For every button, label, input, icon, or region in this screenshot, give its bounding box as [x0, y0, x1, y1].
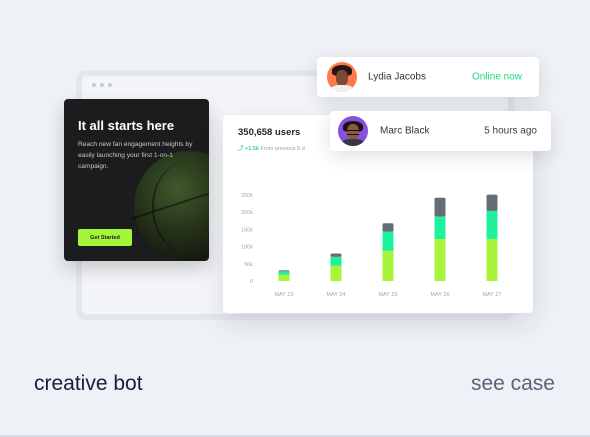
y-tick-label: 250k — [241, 193, 253, 199]
y-tick-label: 200k — [241, 210, 253, 216]
x-tick-label: MAY 23 — [274, 292, 293, 298]
promo-card: It all starts here Reach new fan engagem… — [64, 99, 209, 261]
contact-name: Lydia Jacobs — [368, 71, 426, 83]
bar-segment — [382, 231, 394, 251]
bar-segment — [486, 210, 498, 240]
notification-marc[interactable]: Marc Black 5 hours ago — [330, 111, 551, 151]
bar-segment — [278, 270, 290, 272]
x-tick-label: MAY 25 — [378, 292, 397, 298]
bar-segment — [382, 223, 394, 232]
promo-title: It all starts here — [78, 118, 175, 133]
window-dots-icon — [92, 83, 112, 87]
case-card[interactable]: It all starts here Reach new fan engagem… — [0, 0, 590, 437]
y-tick-label: 50k — [244, 262, 253, 268]
bar-segment — [434, 197, 446, 217]
get-started-button[interactable]: Get Started — [78, 229, 132, 246]
bar-segment — [330, 256, 342, 266]
notification-lydia[interactable]: Lydia Jacobs Online now — [317, 57, 539, 97]
y-tick-label: 100k — [241, 245, 253, 251]
case-title: creative bot — [34, 372, 143, 395]
x-tick-label: MAY 26 — [430, 292, 449, 298]
see-case-link[interactable]: see case — [471, 372, 555, 396]
bar-segment — [486, 194, 498, 211]
bar-segment — [330, 253, 342, 257]
y-tick-label: 150k — [241, 227, 253, 233]
avatar — [338, 116, 368, 146]
status-text: 5 hours ago — [484, 125, 537, 137]
bar-segment — [382, 250, 394, 281]
bar-segment — [434, 239, 446, 281]
bar-segment — [278, 274, 290, 281]
bar-segment — [486, 239, 498, 281]
avatar — [327, 62, 357, 92]
bar-segment — [278, 271, 290, 275]
bar-segment — [434, 216, 446, 240]
promo-description: Reach new fan engagement heights by easi… — [78, 141, 193, 170]
x-tick-label: MAY 27 — [482, 292, 501, 298]
x-tick-label: MAY 24 — [326, 292, 345, 298]
bar-segment — [330, 265, 342, 281]
y-tick-label: 0 — [250, 279, 253, 285]
status-text: Online now — [471, 71, 522, 83]
contact-name: Marc Black — [380, 125, 430, 137]
